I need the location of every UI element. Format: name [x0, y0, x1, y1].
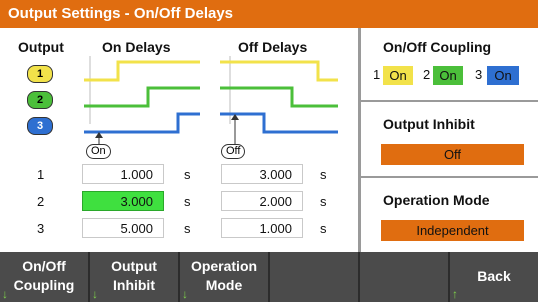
delays-panel: Output On Delays Off Delays 1 2 3 On Off… — [0, 28, 358, 252]
row-1-label: 1 — [37, 167, 45, 182]
softkey-2-line2: Inhibit — [113, 277, 155, 293]
on-delay-3-unit: s — [184, 221, 191, 236]
up-arrow-icon: ↑ — [452, 287, 458, 301]
on-delay-2-field[interactable]: 3.000 — [82, 191, 164, 211]
coupling-title: On/Off Coupling — [383, 39, 492, 55]
on-delay-trace-1 — [84, 60, 200, 82]
operation-mode-value[interactable]: Independent — [381, 220, 524, 241]
down-arrow-icon: ↓ — [2, 287, 8, 301]
off-delay-2-unit: s — [320, 194, 327, 209]
softkey-3-line1: Operation — [190, 258, 258, 274]
off-delay-3-field[interactable]: 1.000 — [221, 218, 303, 238]
off-delay-1-unit: s — [320, 167, 327, 182]
softkey-bar: On/Off Coupling ↓ Output Inhibit ↓ Opera… — [0, 252, 538, 302]
on-delay-1-unit: s — [184, 167, 191, 182]
row-2-label: 2 — [37, 194, 45, 209]
window-title: Output Settings - On/Off Delays — [0, 0, 538, 28]
back-label: Back — [477, 268, 511, 284]
on-delay-2-unit: s — [184, 194, 191, 209]
on-delay-1-field[interactable]: 1.000 — [82, 164, 164, 184]
off-delay-1-field[interactable]: 3.000 — [221, 164, 303, 184]
coupling-3-number: 3 — [475, 67, 483, 82]
off-trigger-label: Off — [221, 144, 246, 159]
on-delay-trace-3 — [84, 112, 200, 134]
off-delay-2-field[interactable]: 2.000 — [221, 191, 303, 211]
coupling-1-number: 1 — [373, 67, 381, 82]
softkey-2-line1: Output — [111, 258, 157, 274]
delay-timing-diagram — [84, 56, 338, 144]
coupling-1-state[interactable]: On — [383, 66, 413, 85]
inhibit-title: Output Inhibit — [383, 116, 475, 132]
inhibit-value[interactable]: Off — [381, 144, 524, 165]
off-delay-trace-3 — [220, 112, 338, 134]
on-delay-3-field[interactable]: 5.000 — [82, 218, 164, 238]
off-delay-trace-2 — [220, 86, 338, 108]
row-3-label: 3 — [37, 221, 45, 236]
sidebar-divider-2 — [361, 176, 538, 178]
softkey-operation-mode[interactable]: Operation Mode ↓ — [180, 252, 268, 302]
down-arrow-icon: ↓ — [92, 287, 98, 301]
sidebar-divider-1 — [361, 100, 538, 102]
softkey-blank-5[interactable] — [360, 252, 448, 302]
softkey-output-inhibit[interactable]: Output Inhibit ↓ — [90, 252, 178, 302]
coupling-3-state[interactable]: On — [487, 66, 519, 85]
coupling-2-number: 2 — [423, 67, 431, 82]
softkey-1-line1: On/Off — [22, 258, 66, 274]
softkey-3-line2: Mode — [205, 277, 243, 293]
down-arrow-icon: ↓ — [182, 287, 188, 301]
off-delay-trace-1 — [220, 60, 338, 82]
coupling-2-state[interactable]: On — [433, 66, 463, 85]
softkey-blank-4[interactable] — [270, 252, 358, 302]
on-delay-trace-2 — [84, 86, 200, 108]
off-delay-3-unit: s — [320, 221, 327, 236]
softkey-1-line2: Coupling — [13, 277, 75, 293]
softkey-on-off-coupling[interactable]: On/Off Coupling ↓ — [0, 252, 88, 302]
operation-mode-title: Operation Mode — [383, 192, 490, 208]
on-trigger-label: On — [86, 144, 111, 159]
settings-sidebar: On/Off Coupling 1 On 2 On 3 On Output In… — [361, 28, 538, 252]
softkey-back[interactable]: Back ↑ — [450, 252, 538, 302]
